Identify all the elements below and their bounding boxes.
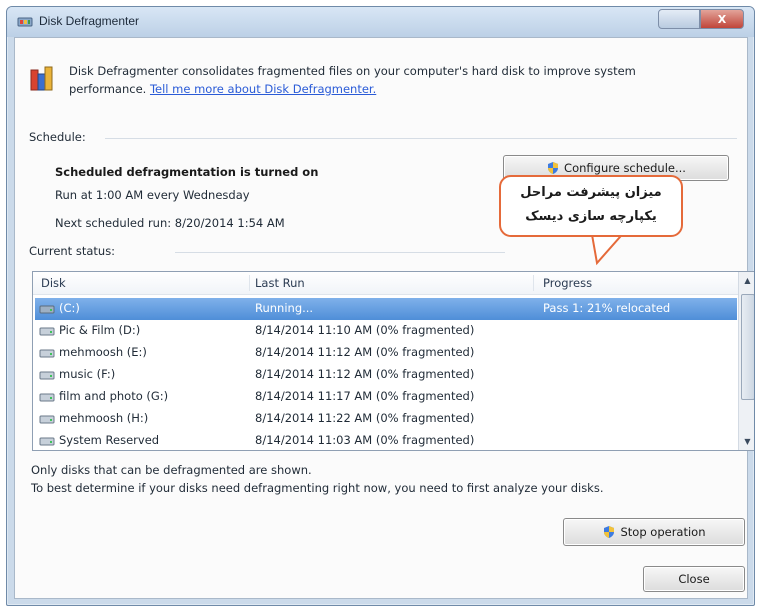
- close-button[interactable]: Close: [643, 566, 745, 592]
- disk-last-run: Running...: [255, 301, 314, 315]
- drive-icon: [39, 437, 55, 446]
- column-progress[interactable]: Progress: [543, 276, 592, 290]
- disk-defragmenter-window: Disk Defragmenter X Disk Defragmenter co…: [6, 6, 755, 606]
- disk-name: music (F:): [59, 367, 116, 381]
- close-button-label: Close: [678, 572, 710, 586]
- disk-name: (C:): [59, 301, 80, 315]
- disk-last-run: 8/14/2014 11:12 AM (0% fragmented): [255, 345, 475, 359]
- disk-row[interactable]: System Reserved 8/14/2014 11:03 AM (0% f…: [35, 430, 737, 450]
- disk-list-scrollbar[interactable]: ▲ ▼: [738, 272, 754, 450]
- disk-last-run: 8/14/2014 11:17 AM (0% fragmented): [255, 389, 475, 403]
- disk-name: Pic & Film (D:): [59, 323, 141, 337]
- disk-row[interactable]: mehmoosh (H:) 8/14/2014 11:22 AM (0% fra…: [35, 408, 737, 430]
- disk-row[interactable]: music (F:) 8/14/2014 11:12 AM (0% fragme…: [35, 364, 737, 386]
- drive-icon: [39, 349, 55, 358]
- drive-icon: [39, 393, 55, 402]
- scrollbar-thumb[interactable]: [741, 294, 754, 400]
- schedule-run-time: Run at 1:00 AM every Wednesday: [55, 188, 250, 202]
- callout-text: میزان پیشرفت مراحل یکپارچه سازی دیسک: [501, 181, 681, 229]
- drive-icon: [39, 371, 55, 380]
- disk-list[interactable]: Disk Last Run Progress (C:) Running... P…: [32, 271, 754, 451]
- disk-row-selected[interactable]: (C:) Running... Pass 1: 21% relocated: [35, 298, 737, 320]
- scroll-up-icon[interactable]: ▲: [739, 272, 754, 289]
- help-button[interactable]: [658, 9, 700, 29]
- title-bar: Disk Defragmenter X: [7, 7, 754, 37]
- disk-last-run: 8/14/2014 11:12 AM (0% fragmented): [255, 367, 475, 381]
- disks-shown-note: Only disks that can be defragmented are …: [31, 463, 312, 477]
- disk-name: mehmoosh (H:): [59, 411, 149, 425]
- disk-row[interactable]: mehmoosh (E:) 8/14/2014 11:12 AM (0% fra…: [35, 342, 737, 364]
- column-divider: [533, 275, 534, 291]
- disk-name: mehmoosh (E:): [59, 345, 147, 359]
- configure-schedule-label: Configure schedule...: [564, 161, 686, 175]
- disk-row[interactable]: film and photo (G:) 8/14/2014 11:17 AM (…: [35, 386, 737, 408]
- disk-last-run: 8/14/2014 11:10 AM (0% fragmented): [255, 323, 475, 337]
- scroll-down-icon[interactable]: ▼: [739, 433, 754, 450]
- disk-last-run: 8/14/2014 11:03 AM (0% fragmented): [255, 433, 475, 447]
- disk-progress: Pass 1: 21% relocated: [543, 301, 671, 315]
- current-status-separator: [175, 252, 505, 253]
- disk-name: System Reserved: [59, 433, 160, 447]
- next-scheduled-run: Next scheduled run: 8/20/2014 1:54 AM: [55, 216, 285, 230]
- disk-last-run: 8/14/2014 11:22 AM (0% fragmented): [255, 411, 475, 425]
- learn-more-link[interactable]: Tell me more about Disk Defragmenter.: [150, 82, 376, 96]
- shield-icon: [604, 526, 615, 538]
- column-last-run[interactable]: Last Run: [255, 276, 305, 290]
- callout-line-1: میزان پیشرفت مراحل: [520, 185, 662, 200]
- progress-callout: میزان پیشرفت مراحل یکپارچه سازی دیسک: [499, 175, 683, 237]
- window-controls: X: [658, 9, 744, 29]
- current-status-section-label: Current status:: [29, 244, 116, 258]
- defragmenter-app-icon: [30, 66, 53, 91]
- close-window-button[interactable]: X: [700, 9, 744, 29]
- header-description: Disk Defragmenter consolidates fragmente…: [69, 62, 709, 98]
- shield-icon: [548, 162, 559, 174]
- analyze-disks-note: To best determine if your disks need def…: [31, 481, 604, 495]
- drive-icon: [39, 305, 55, 314]
- stop-operation-label: Stop operation: [620, 525, 706, 539]
- drive-icon: [39, 327, 55, 336]
- schedule-section-label: Schedule:: [29, 130, 86, 144]
- column-disk[interactable]: Disk: [41, 276, 66, 290]
- disk-list-header: Disk Last Run Progress: [33, 272, 739, 295]
- disk-row[interactable]: Pic & Film (D:) 8/14/2014 11:10 AM (0% f…: [35, 320, 737, 342]
- window-title: Disk Defragmenter: [39, 14, 140, 28]
- drive-icon: [39, 415, 55, 424]
- callout-line-2: یکپارچه سازی دیسک: [525, 209, 657, 224]
- stop-operation-button[interactable]: Stop operation: [563, 518, 745, 546]
- schedule-separator: [105, 138, 737, 139]
- schedule-status: Scheduled defragmentation is turned on: [55, 165, 319, 179]
- column-divider: [249, 275, 250, 291]
- disk-defragmenter-icon: [17, 17, 33, 27]
- disk-name: film and photo (G:): [59, 389, 169, 403]
